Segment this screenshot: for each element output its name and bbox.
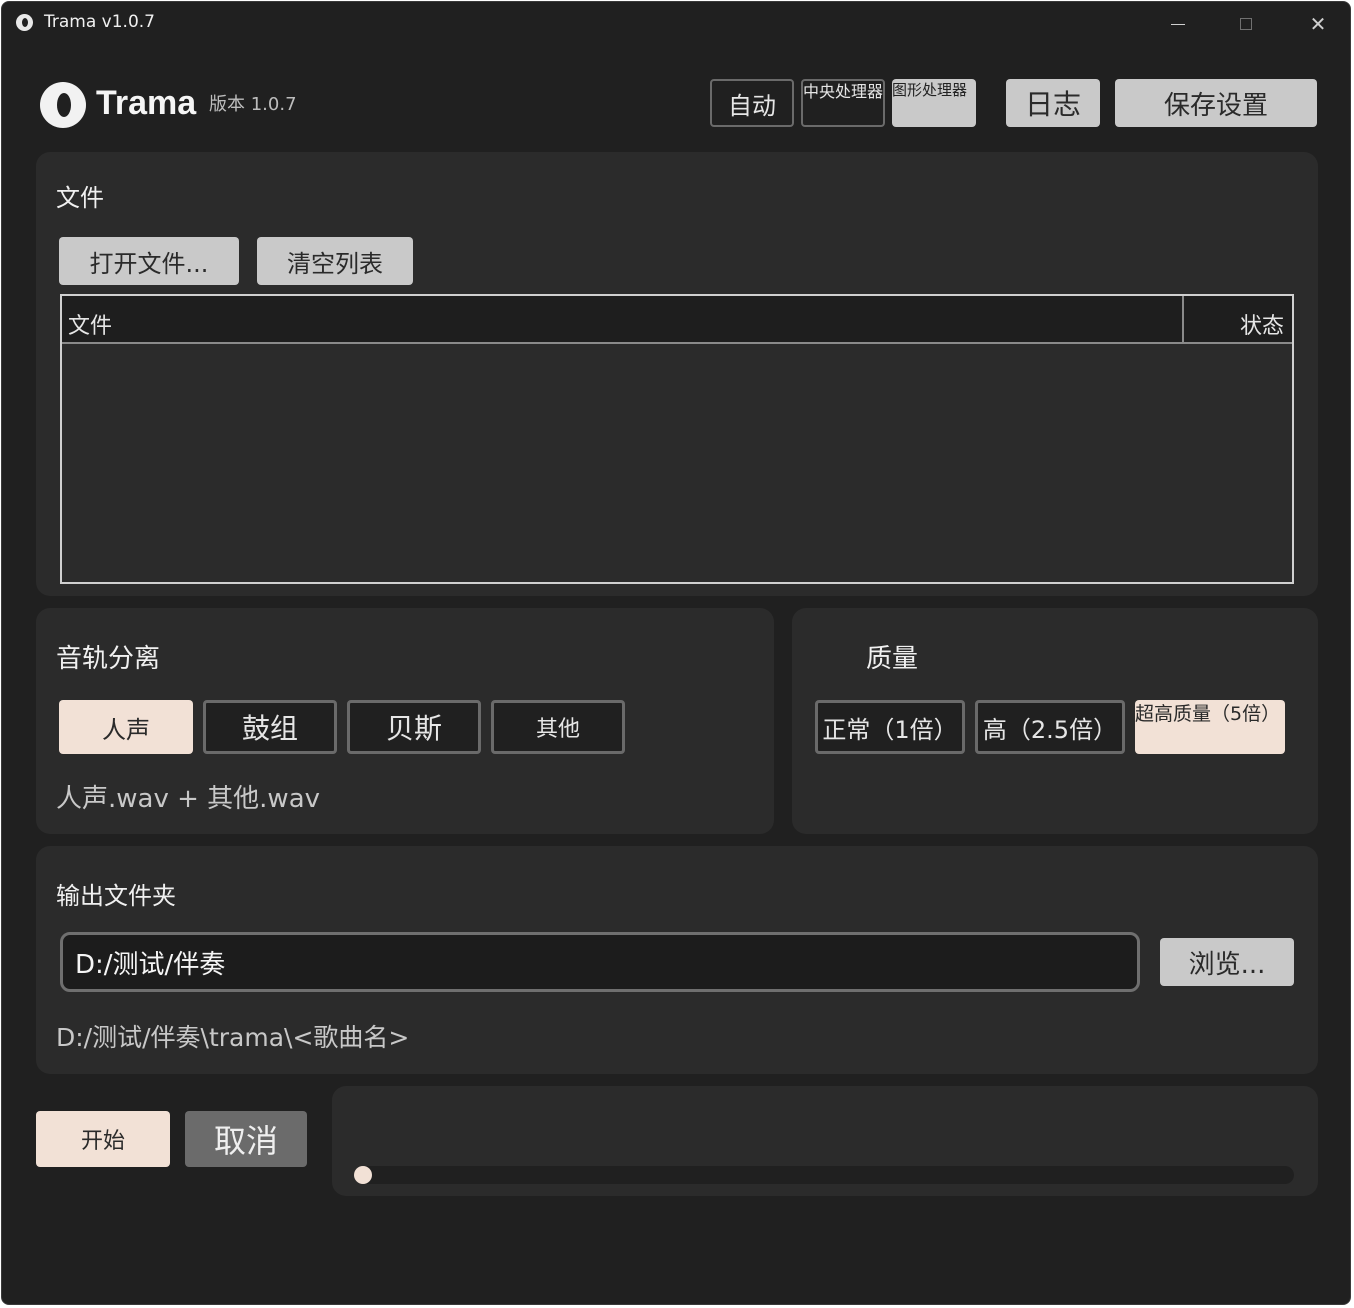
- device-auto-button[interactable]: 自动: [710, 79, 794, 127]
- start-button[interactable]: 开始: [36, 1111, 170, 1167]
- output-path-input[interactable]: [60, 932, 1140, 992]
- app-version: 版本 1.0.7: [209, 94, 297, 115]
- close-icon[interactable]: ✕: [1296, 8, 1340, 40]
- column-header-file[interactable]: 文件: [62, 296, 1184, 342]
- file-table-header: 文件 状态: [62, 296, 1292, 344]
- separation-panel: 音轨分离 人声 鼓组 贝斯 其他 人声.wav + 其他.wav: [36, 608, 774, 834]
- stem-vocals-button[interactable]: 人声: [59, 700, 193, 754]
- brand-logo-icon: [40, 82, 86, 128]
- open-files-button[interactable]: 打开文件...: [59, 237, 239, 285]
- app-logo-icon: [16, 14, 33, 31]
- quality-panel: 质量 正常（1倍） 高（2.5倍） 超高质量（5倍）: [792, 608, 1318, 834]
- files-panel: 文件 打开文件... 清空列表 文件 状态: [36, 152, 1318, 596]
- quality-normal-button[interactable]: 正常（1倍）: [815, 700, 965, 754]
- quality-ultra-button[interactable]: 超高质量（5倍）: [1135, 700, 1285, 754]
- separation-title: 音轨分离: [56, 644, 161, 674]
- resolved-output-path: D:/测试/伴奏\trama\<歌曲名>: [56, 1023, 410, 1052]
- separation-hint: 人声.wav + 其他.wav: [56, 784, 321, 814]
- file-table[interactable]: 文件 状态: [60, 294, 1294, 584]
- stem-drums-button[interactable]: 鼓组: [203, 700, 337, 754]
- title-bar[interactable]: Trama v1.0.7 ✕: [2, 2, 1350, 46]
- stem-other-button[interactable]: 其他: [491, 700, 625, 754]
- app-name: Trama: [96, 84, 197, 122]
- window-title: Trama v1.0.7: [44, 12, 155, 32]
- device-gpu-button[interactable]: 图形处理器: [892, 79, 976, 127]
- quality-title: 质量: [866, 644, 919, 674]
- quality-high-button[interactable]: 高（2.5倍）: [975, 700, 1125, 754]
- output-panel: 输出文件夹 浏览... D:/测试/伴奏\trama\<歌曲名>: [36, 846, 1318, 1074]
- maximize-icon[interactable]: [1224, 8, 1268, 40]
- cancel-button[interactable]: 取消: [185, 1111, 307, 1167]
- stem-bass-button[interactable]: 贝斯: [347, 700, 481, 754]
- progress-panel: [332, 1086, 1318, 1196]
- browse-button[interactable]: 浏览...: [1160, 938, 1294, 986]
- minimize-icon[interactable]: [1156, 8, 1200, 40]
- files-title: 文件: [56, 184, 104, 212]
- progress-bar-track: [354, 1166, 1294, 1184]
- column-header-status[interactable]: 状态: [1184, 296, 1292, 342]
- output-title: 输出文件夹: [56, 882, 176, 910]
- device-cpu-button[interactable]: 中央处理器: [801, 79, 885, 127]
- app-window: Trama v1.0.7 ✕ Trama 版本 1.0.7 自动 中央处理器 图…: [1, 1, 1351, 1305]
- progress-bar-handle: [354, 1166, 372, 1184]
- save-settings-button[interactable]: 保存设置: [1115, 79, 1317, 127]
- clear-list-button[interactable]: 清空列表: [257, 237, 413, 285]
- log-button[interactable]: 日志: [1006, 79, 1100, 127]
